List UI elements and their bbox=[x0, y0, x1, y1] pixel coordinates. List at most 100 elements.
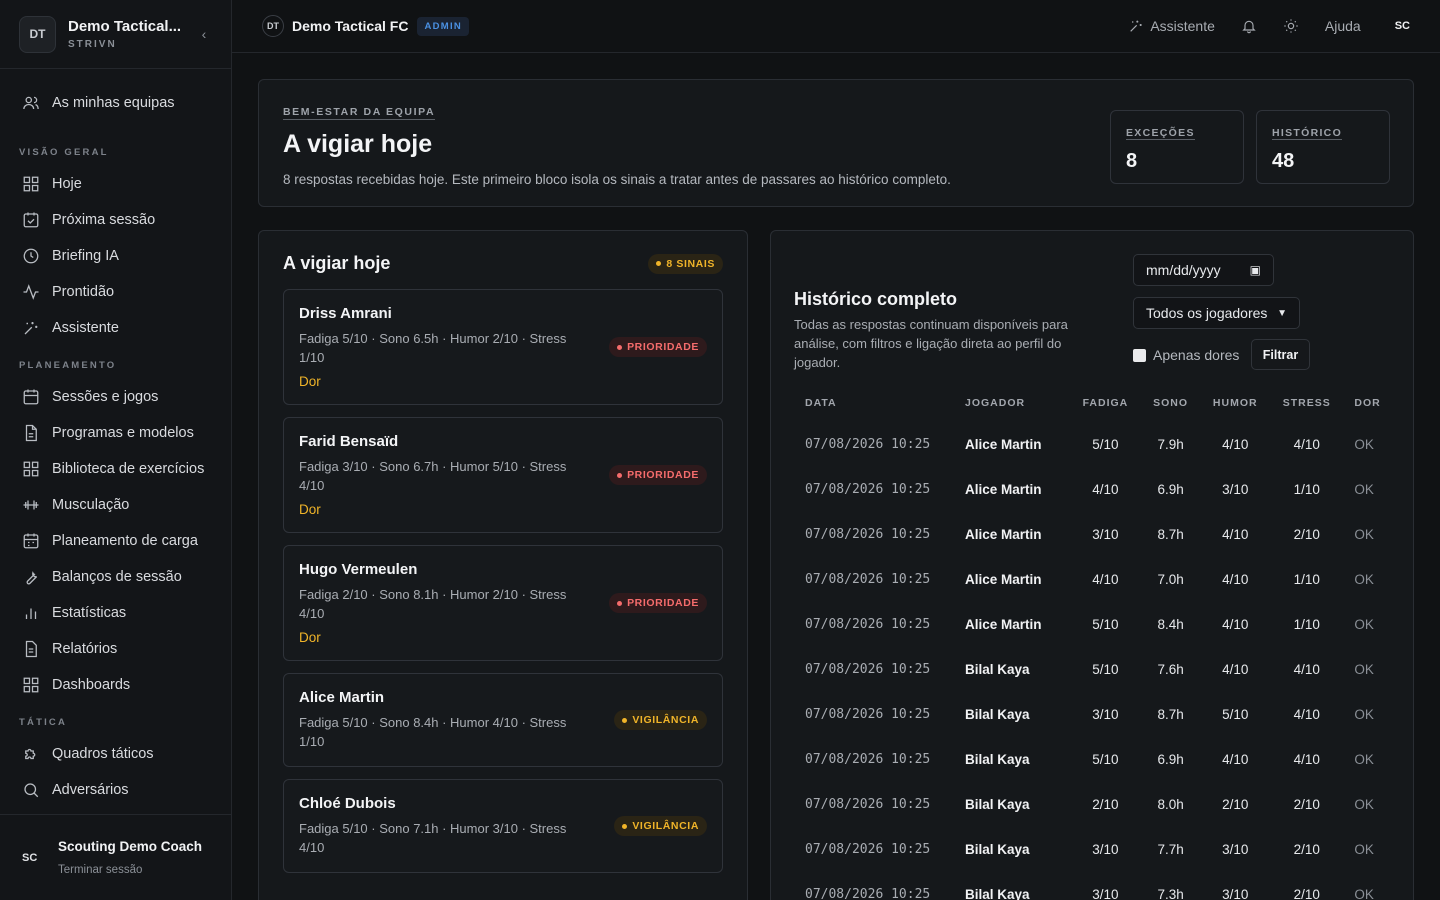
watch-card[interactable]: Driss Amrani Fadiga 5/10 · Sono 6.5h · Hu… bbox=[283, 289, 723, 405]
pain-only-checkbox[interactable] bbox=[1133, 348, 1146, 362]
cell-date: 07/08/2026 10:25 bbox=[805, 842, 931, 857]
avatar[interactable]: SC bbox=[1395, 20, 1410, 32]
sidebar-item-programs[interactable]: Programas e modelos bbox=[0, 415, 231, 451]
team-avatar: DT bbox=[19, 15, 56, 53]
cell-sleep: 7.6h bbox=[1157, 662, 1184, 677]
sidebar-item-label: Assistente bbox=[52, 320, 119, 336]
sidebar-item-label: Biblioteca de exercícios bbox=[52, 461, 205, 477]
filter-button[interactable]: Filtrar bbox=[1251, 339, 1310, 370]
sidebar-item-reports[interactable]: Relatórios bbox=[0, 631, 231, 667]
column-header: FADIGA bbox=[1082, 397, 1129, 409]
cell-player[interactable]: Bilal Kaya bbox=[954, 872, 1070, 900]
table-body: 07/08/2026 10:25 Alice Martin 5/10 7.9h 4/10… bbox=[794, 422, 1394, 900]
sidebar-item-session-reviews[interactable]: Balanços de sessão bbox=[0, 559, 231, 595]
sidebar-item-strength[interactable]: Musculação bbox=[0, 487, 231, 523]
puzzle-icon bbox=[25, 748, 36, 760]
cell-stress: 1/10 bbox=[1293, 572, 1320, 587]
sidebar-item-briefing[interactable]: Briefing IA bbox=[0, 238, 231, 274]
watch-list-panel: A vigiar hoje 8 SINAIS Driss Amrani Fadig… bbox=[258, 230, 748, 900]
player-select[interactable]: Todos os jogadores ▼ bbox=[1133, 297, 1300, 329]
player-metrics: Fadiga 5/10 · Sono 6.5h · Humor 2/10 · S… bbox=[299, 331, 567, 365]
cell-date: 07/08/2026 10:25 bbox=[805, 707, 931, 722]
activity-icon bbox=[23, 284, 39, 300]
player-metrics: Fadiga 5/10 · Sono 8.4h · Humor 4/10 · S… bbox=[299, 715, 567, 749]
cell-player[interactable]: Bilal Kaya bbox=[954, 782, 1070, 827]
sidebar-item-my-teams[interactable]: As minhas equipas bbox=[0, 85, 231, 121]
calendar-check-icon bbox=[23, 212, 39, 228]
table-row[interactable]: 07/08/2026 10:25 Bilal Kaya 3/10 7.7h 3/10 2/… bbox=[794, 827, 1394, 872]
team-name: Demo Tactical... bbox=[68, 18, 182, 35]
table-row[interactable]: 07/08/2026 10:25 Alice Martin 4/10 6.9h 3/10… bbox=[794, 467, 1394, 512]
date-input[interactable]: mm/dd/yyyy ▣ bbox=[1133, 254, 1274, 286]
table-row[interactable]: 07/08/2026 10:25 Bilal Kaya 3/10 8.7h 5/10 4/… bbox=[794, 692, 1394, 737]
team-switcher[interactable]: DT Demo Tactical... STRIVN ‹ bbox=[0, 0, 231, 69]
theme-toggle-icon[interactable] bbox=[1283, 18, 1299, 34]
sidebar-item-statistics[interactable]: Estatísticas bbox=[0, 595, 231, 631]
cell-pain: OK bbox=[1354, 752, 1374, 767]
sidebar-item-label: Relatórios bbox=[52, 641, 118, 657]
cell-date: 07/08/2026 10:25 bbox=[805, 617, 931, 632]
cell-player[interactable]: Alice Martin bbox=[954, 557, 1070, 602]
table-row[interactable]: 07/08/2026 10:25 Bilal Kaya 5/10 6.9h 4/10 4/… bbox=[794, 737, 1394, 782]
watch-card[interactable]: Farid Bensaïd Fadiga 3/10 · Sono 6.7h · H… bbox=[283, 417, 723, 533]
cell-player[interactable]: Alice Martin bbox=[954, 422, 1070, 467]
cell-player[interactable]: Bilal Kaya bbox=[954, 827, 1070, 872]
assistant-button[interactable]: Assistente bbox=[1128, 18, 1215, 34]
cell-player[interactable]: Bilal Kaya bbox=[954, 692, 1070, 737]
table-row[interactable]: 07/08/2026 10:25 Alice Martin 5/10 7.9h 4/10… bbox=[794, 422, 1394, 467]
cell-sleep: 7.9h bbox=[1157, 437, 1184, 452]
panel-title: A vigiar hoje bbox=[283, 253, 391, 273]
cell-sleep: 7.7h bbox=[1157, 842, 1184, 857]
cell-pain: OK bbox=[1354, 617, 1374, 632]
sidebar-item-assistant[interactable]: Assistente bbox=[0, 310, 231, 346]
help-link[interactable]: Ajuda bbox=[1325, 18, 1361, 34]
column-header: JOGADOR bbox=[965, 397, 1026, 409]
sidebar-item-opponents[interactable]: Adversários bbox=[0, 772, 231, 808]
sidebar-item-label: Programas e modelos bbox=[52, 425, 194, 441]
sidebar-item-exercise-library[interactable]: Biblioteca de exercícios bbox=[0, 451, 231, 487]
watch-card[interactable]: Hugo Vermeulen Fadiga 2/10 · Sono 8.1h · … bbox=[283, 545, 723, 661]
sidebar-item-load-planning[interactable]: Planeamento de carga bbox=[0, 523, 231, 559]
document-icon bbox=[25, 640, 37, 658]
logout-link[interactable]: Terminar sessão bbox=[58, 864, 202, 876]
cell-player[interactable]: Alice Martin bbox=[954, 602, 1070, 647]
sidebar-item-tactical-boards[interactable]: Quadros táticos bbox=[0, 736, 231, 772]
sidebar-item-readiness[interactable]: Prontidão bbox=[0, 274, 231, 310]
bell-icon[interactable] bbox=[1241, 18, 1257, 34]
cell-player[interactable]: Alice Martin bbox=[954, 467, 1070, 512]
chevron-down-icon: ▼ bbox=[1277, 307, 1287, 319]
cell-player[interactable]: Bilal Kaya bbox=[954, 737, 1070, 782]
table-row[interactable]: 07/08/2026 10:25 Alice Martin 3/10 8.7h 4/10… bbox=[794, 512, 1394, 557]
grid-icon bbox=[23, 461, 39, 477]
pain-only-toggle[interactable]: Apenas dores bbox=[1133, 347, 1239, 363]
table-row[interactable]: 07/08/2026 10:25 Alice Martin 5/10 8.4h 4/10… bbox=[794, 602, 1394, 647]
pain-flag: Dor bbox=[299, 374, 321, 389]
watch-card[interactable]: Alice Martin Fadiga 5/10 · Sono 8.4h · Hu… bbox=[283, 673, 723, 767]
sidebar-item-today[interactable]: Hoje bbox=[0, 166, 231, 202]
sidebar-item-next-session[interactable]: Próxima sessão bbox=[0, 202, 231, 238]
watch-card[interactable]: Chloé Dubois Fadiga 5/10 · Sono 7.1h · Hu… bbox=[283, 779, 723, 873]
collapse-sidebar-icon[interactable]: ‹ bbox=[196, 26, 212, 42]
table-row[interactable]: 07/08/2026 10:25 Bilal Kaya 2/10 8.0h 2/10 2/… bbox=[794, 782, 1394, 827]
cell-stress: 1/10 bbox=[1293, 482, 1320, 497]
dumbbell-icon bbox=[23, 500, 39, 510]
cell-pain: OK bbox=[1354, 572, 1374, 587]
cell-date: 07/08/2026 10:25 bbox=[805, 662, 931, 677]
cell-sleep: 8.4h bbox=[1157, 617, 1184, 632]
stat-label: HISTÓRICO bbox=[1272, 127, 1343, 140]
cell-player[interactable]: Bilal Kaya bbox=[954, 647, 1070, 692]
table-row[interactable]: 07/08/2026 10:25 Bilal Kaya 3/10 7.3h 3/10 2/… bbox=[794, 872, 1394, 900]
sidebar-item-label: Próxima sessão bbox=[52, 212, 156, 228]
sidebar-item-sessions[interactable]: Sessões e jogos bbox=[0, 379, 231, 415]
cell-player[interactable]: Alice Martin bbox=[954, 512, 1070, 557]
table-row[interactable]: 07/08/2026 10:25 Alice Martin 4/10 7.0h 4/10… bbox=[794, 557, 1394, 602]
cell-fatigue: 5/10 bbox=[1092, 437, 1119, 452]
cell-mood: 2/10 bbox=[1222, 797, 1249, 812]
sidebar-item-dashboards[interactable]: Dashboards bbox=[0, 667, 231, 703]
cell-mood: 4/10 bbox=[1222, 527, 1249, 542]
user-menu[interactable]: SC Scouting Demo Coach Terminar sessão bbox=[0, 814, 231, 900]
table-row[interactable]: 07/08/2026 10:25 Bilal Kaya 5/10 7.6h 4/10 4/… bbox=[794, 647, 1394, 692]
cell-pain: OK bbox=[1354, 887, 1374, 900]
watch-list: Driss Amrani Fadiga 5/10 · Sono 6.5h · Hu… bbox=[283, 289, 723, 873]
avatar: SC bbox=[22, 851, 38, 864]
